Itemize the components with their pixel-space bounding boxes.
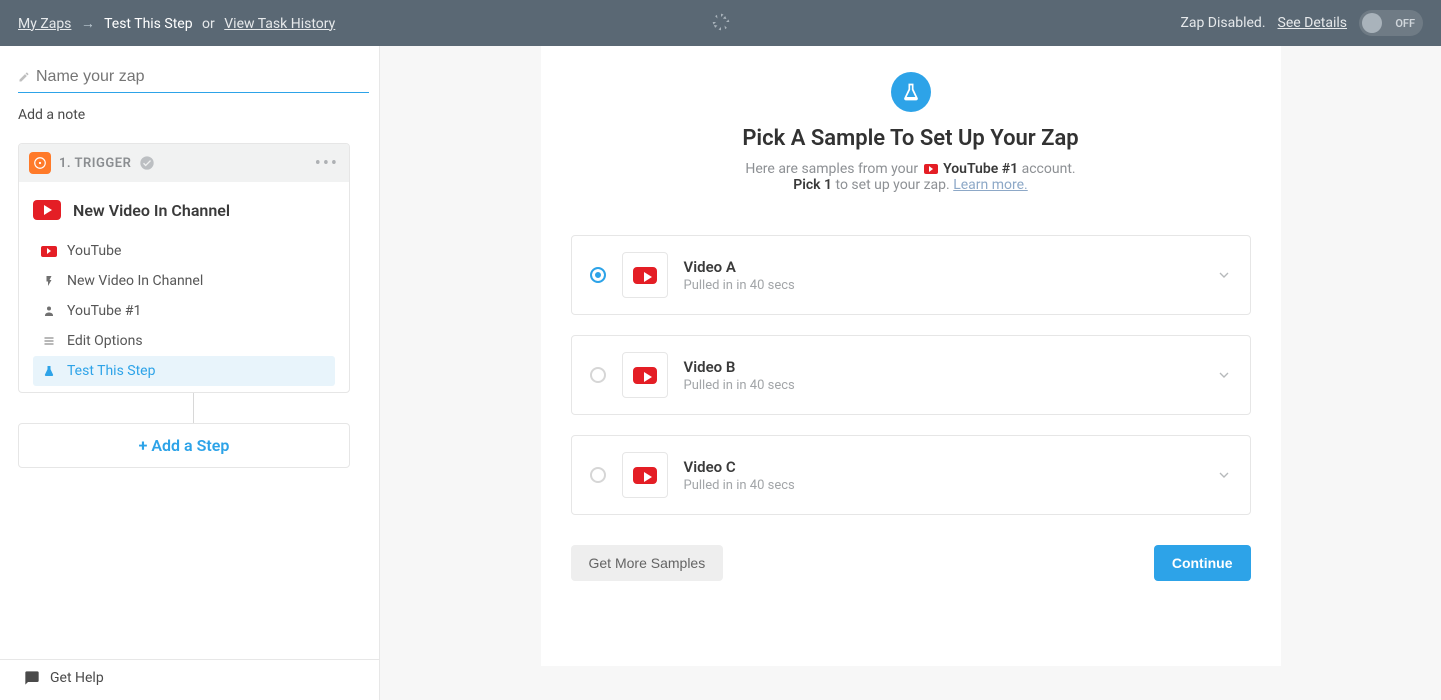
add-note-button[interactable]: Add a note: [18, 107, 369, 123]
zapier-logo-icon: [711, 12, 731, 32]
youtube-icon: [622, 352, 668, 398]
chevron-down-icon[interactable]: [1216, 267, 1232, 283]
step-header[interactable]: 1. TRIGGER •••: [19, 144, 349, 182]
step-sub-item[interactable]: Edit Options: [33, 326, 335, 356]
chevron-down-icon[interactable]: [1216, 367, 1232, 383]
flask-icon: [891, 72, 931, 112]
youtube-icon: [622, 452, 668, 498]
step-sub-item[interactable]: Test This Step: [33, 356, 335, 386]
get-help-label: Get Help: [50, 670, 104, 686]
step-sub-label: New Video In Channel: [67, 273, 203, 289]
sample-meta: Pulled in in 40 secs: [684, 478, 1200, 493]
see-details-link[interactable]: See Details: [1278, 15, 1347, 31]
account-name: YouTube #1: [943, 161, 1018, 177]
step-sub-item[interactable]: YouTube #1: [33, 296, 335, 326]
breadcrumb: My Zaps → Test This Step or View Task Hi…: [18, 15, 335, 32]
sample-row[interactable]: Video B Pulled in in 40 secs: [571, 335, 1251, 415]
sidebar: Add a note 1. TRIGGER •••: [0, 46, 380, 700]
chat-icon: [24, 670, 40, 686]
learn-more-link[interactable]: Learn more.: [953, 177, 1028, 193]
sample-title: Video C: [684, 458, 1200, 476]
toggle-knob-icon: [1362, 13, 1382, 33]
page-title: Pick A Sample To Set Up Your Zap: [571, 126, 1251, 151]
trigger-app-icon: [29, 152, 51, 174]
bolt-icon: [41, 274, 57, 288]
plus-icon: +: [139, 436, 148, 455]
breadcrumb-current: Test This Step: [104, 16, 192, 32]
radio-icon[interactable]: [590, 267, 606, 283]
topbar-right: Zap Disabled. See Details OFF: [1180, 10, 1423, 36]
zap-toggle[interactable]: OFF: [1359, 10, 1423, 36]
breadcrumb-or: or: [202, 16, 215, 32]
options-icon: [41, 335, 57, 347]
step-sub-item[interactable]: New Video In Channel: [33, 266, 335, 296]
sample-row[interactable]: Video C Pulled in in 40 secs: [571, 435, 1251, 515]
zap-disabled-label: Zap Disabled.: [1180, 15, 1265, 31]
pick-label: Pick 1: [793, 177, 832, 193]
youtube-icon: [33, 200, 61, 220]
add-step-button[interactable]: +Add a Step: [18, 423, 350, 468]
get-more-samples-button[interactable]: Get More Samples: [571, 545, 724, 581]
check-icon: [139, 155, 155, 171]
sample-title: Video A: [684, 258, 1200, 276]
step-menu-icon[interactable]: •••: [315, 153, 339, 174]
sub-prefix: Here are samples from your: [745, 161, 918, 177]
sub-suffix: account.: [1022, 161, 1076, 177]
step-sub-label: YouTube: [67, 243, 121, 259]
youtube-icon: [622, 252, 668, 298]
step-sub-label: Edit Options: [67, 333, 143, 349]
toggle-state-label: OFF: [1395, 17, 1415, 30]
main-card: Pick A Sample To Set Up Your Zap Here ar…: [541, 46, 1281, 666]
trigger-name-label: New Video In Channel: [73, 201, 230, 220]
page-subtitle: Here are samples from your YouTube #1 ac…: [571, 161, 1251, 193]
sample-meta: Pulled in in 40 secs: [684, 378, 1200, 393]
youtube-icon: [41, 246, 57, 257]
step-sub-item[interactable]: YouTube: [33, 236, 335, 266]
sample-row[interactable]: Video A Pulled in in 40 secs: [571, 235, 1251, 315]
continue-button[interactable]: Continue: [1154, 545, 1251, 581]
youtube-icon: [924, 164, 938, 174]
sample-title: Video B: [684, 358, 1200, 376]
step-title-label: 1. TRIGGER: [59, 156, 131, 171]
zap-name-input[interactable]: [36, 68, 369, 86]
step-sub-label: Test This Step: [67, 363, 155, 379]
connector-line-icon: [193, 393, 194, 423]
flask-icon: [41, 364, 57, 378]
chevron-down-icon[interactable]: [1216, 467, 1232, 483]
my-zaps-link[interactable]: My Zaps: [18, 16, 71, 32]
pencil-icon: [18, 71, 30, 83]
radio-icon[interactable]: [590, 367, 606, 383]
person-icon: [41, 304, 57, 318]
topbar: My Zaps → Test This Step or View Task Hi…: [0, 0, 1441, 46]
zap-name-field-wrap[interactable]: [18, 64, 369, 93]
radio-icon[interactable]: [590, 467, 606, 483]
view-task-history-link[interactable]: View Task History: [224, 16, 335, 32]
breadcrumb-arrow: →: [81, 16, 95, 32]
step-sub-label: YouTube #1: [67, 303, 141, 319]
sample-meta: Pulled in in 40 secs: [684, 278, 1200, 293]
add-step-label: Add a Step: [151, 436, 229, 455]
pick-rest: to set up your zap.: [836, 177, 950, 193]
trigger-step-card: 1. TRIGGER ••• New Video In Channel YouT…: [18, 143, 350, 393]
get-help-button[interactable]: Get Help: [0, 659, 379, 700]
